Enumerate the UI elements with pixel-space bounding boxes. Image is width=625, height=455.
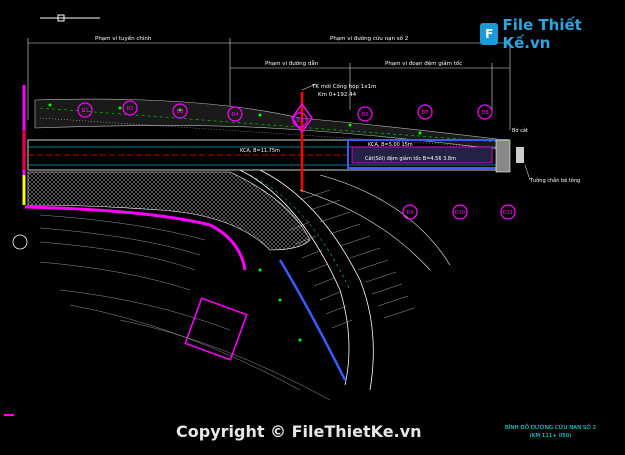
culvert-marker [291,83,317,192]
route-scope-label: Phạm vi tuyến chính [95,35,152,42]
road-note-1: KCA, B=11.75m [240,148,280,154]
cad-drawing-canvas: Phạm vi tuyến chính Phạm vi đường cứu nạ… [0,0,625,455]
access-scope-label: Phạm vi đường dẫn [265,60,319,67]
watermark-logo: F File Thiết Kế.vn [480,16,625,52]
road-plan-drawing: Phạm vi tuyến chính Phạm vi đường cứu nạ… [4,14,580,416]
station-marker-label: Đ6 [361,112,368,118]
scale-bar [40,14,100,22]
logo-text: File Thiết Kế.vn [502,16,582,52]
buffer-note: Cát(Sỏi) đệm giảm tốc B=4.56 3.8m [365,155,456,162]
station-marker-label: Đ2 [126,106,133,112]
station-marker-label: Đ4 [231,112,238,118]
gravel-zone [27,171,311,251]
left-circle [12,234,28,250]
logo-mark-icon: F [480,23,499,45]
station-marker-label: Đ11 [503,210,513,216]
station-marker-label: Đ9 [406,210,413,216]
rescue-scope-label: Phạm vi đường cứu nạn số 2 [330,35,408,42]
drawing-title-line-1: BÌNH ĐỒ ĐƯỜNG CỨU NẠN SỐ 2 [505,425,596,431]
station-marker-label: Đ5 [296,118,303,124]
station-marker-label: Đ8 [481,110,488,116]
station-marker-label: Đ1 [81,108,88,114]
wall-note: Bờ cát [512,127,528,134]
decel-scope-label: Phạm vi đoạn đệm giảm tốc [385,60,462,67]
culvert-note-1: TK mới Cống hộp 1x1m [311,83,376,90]
station-marker-label: Đ3 [176,109,183,115]
culvert-note-2: Km 0+192.44 [318,92,357,98]
copyright-text: Copyright © FileThietKe.vn [176,422,422,441]
drawing-title-line-2: (KM 111+ 050) [529,433,572,439]
barrier-note: Tường chắn bê tông [529,177,580,184]
station-marker-label: Đ10 [455,210,465,216]
station-marker-label: Đ7 [421,110,428,116]
drawing-title-block: BÌNH ĐỒ ĐƯỜNG CỨU NẠN SỐ 2 (KM 111+ 050) [505,424,596,440]
road-note-2: KCA, B=5.00 15m [368,142,413,148]
callout-box [184,297,248,361]
top-slope [34,98,506,151]
